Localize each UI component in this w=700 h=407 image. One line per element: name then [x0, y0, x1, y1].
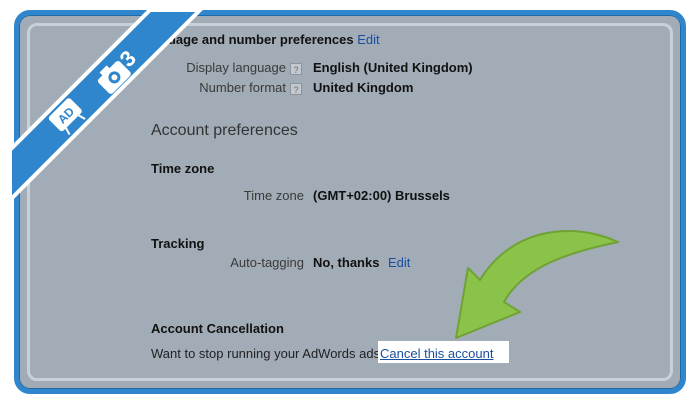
language-edit-link[interactable]: Edit [357, 32, 379, 47]
curved-arrow-icon [455, 230, 619, 339]
display-language-help-icon[interactable]: ? [290, 62, 302, 75]
auto-tagging-edit-link[interactable]: Edit [388, 255, 410, 270]
number-format-help-icon[interactable]: ? [290, 82, 302, 95]
cancellation-heading: Account Cancellation [151, 321, 284, 336]
auto-tagging-value: No, thanks [313, 255, 380, 270]
display-language-value: English (United Kingdom) [313, 60, 473, 75]
cancellation-question: Want to stop running your AdWords ads? [151, 346, 388, 361]
auto-tagging-label: Auto-tagging [230, 255, 304, 270]
corner-badge [0, 0, 220, 220]
tracking-heading: Tracking [151, 236, 205, 251]
time-zone-value: (GMT+02:00) Brussels [313, 188, 450, 203]
number-format-value: United Kingdom [313, 80, 414, 95]
